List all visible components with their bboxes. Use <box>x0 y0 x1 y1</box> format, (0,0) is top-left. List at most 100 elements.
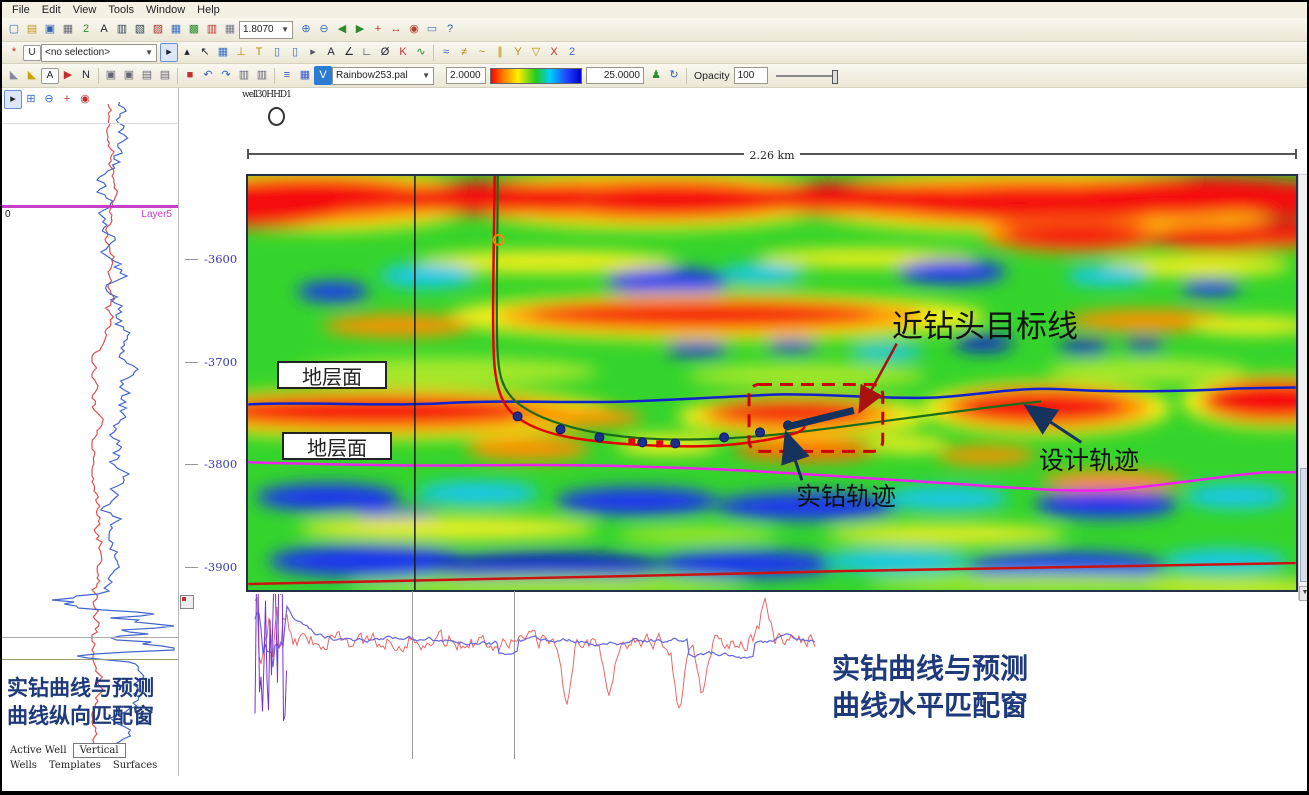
print-icon[interactable]: ▦ <box>59 20 77 39</box>
record-icon[interactable]: ■ <box>181 66 199 85</box>
two-badge-icon[interactable]: 2 <box>563 43 581 62</box>
well-pair-icon[interactable]: ▥ <box>113 20 131 39</box>
seismic-canvas <box>248 176 1296 590</box>
page-2-icon[interactable]: ▯ <box>286 43 304 62</box>
trapezoid-tool-icon[interactable]: ▽ <box>527 43 545 62</box>
clip-1-icon[interactable]: ▥ <box>235 66 253 85</box>
hatch-tool-icon[interactable]: ∥ <box>491 43 509 62</box>
wave-icon[interactable]: ≈ <box>437 43 455 62</box>
palette-grid-icon[interactable]: ▦ <box>296 66 314 85</box>
scale-person-icon[interactable]: ♟ <box>647 66 665 85</box>
ki-tool-icon[interactable]: ≠ <box>455 43 473 62</box>
datum-icon[interactable]: ⊥ <box>232 43 250 62</box>
paste-back-icon[interactable]: ▤ <box>156 66 174 85</box>
log-curves-view[interactable] <box>2 98 178 750</box>
diameter-icon[interactable]: Ø <box>376 43 394 62</box>
menu-help[interactable]: Help <box>191 4 226 16</box>
clip-2-icon[interactable]: ▥ <box>253 66 271 85</box>
refresh-icon[interactable]: ↻ <box>665 66 683 85</box>
scale-bar: 2.26 km <box>247 146 1297 162</box>
annotate-star-icon[interactable]: * <box>5 43 23 62</box>
well-section-icon[interactable]: ▥ <box>203 20 221 39</box>
triangle-yellow-icon[interactable]: ◣ <box>23 66 41 85</box>
k-tool-icon[interactable]: K <box>394 43 412 62</box>
grid-icon[interactable]: ▦ <box>167 20 185 39</box>
calculator-icon[interactable]: ▦ <box>221 20 239 39</box>
y-tool-icon[interactable]: Y <box>509 43 527 62</box>
seismic-section-view[interactable]: 近钻头目标线 地层面 地层面 实钻轨迹 设计轨迹 <box>246 174 1298 592</box>
copy-icon[interactable]: ▣ <box>102 66 120 85</box>
tab-surfaces[interactable]: Surfaces <box>107 759 163 772</box>
list-icon[interactable]: ≡ <box>278 66 296 85</box>
corner-icon[interactable]: ∟ <box>358 43 376 62</box>
delete-icon[interactable]: X <box>545 43 563 62</box>
pan-hand-icon[interactable]: ◉ <box>405 20 423 39</box>
palette-max-field[interactable]: 25.0000 <box>586 67 644 84</box>
menu-view[interactable]: View <box>67 4 103 16</box>
pointer-vertex-icon[interactable]: ▴ <box>178 43 196 62</box>
triangle-icon[interactable]: ◣ <box>5 66 23 85</box>
help-icon[interactable]: ? <box>441 20 459 39</box>
undo-icon[interactable]: ↶ <box>199 66 217 85</box>
menu-file[interactable]: File <box>6 4 36 16</box>
fit-width-icon[interactable]: ↔ <box>387 20 405 39</box>
menu-tools[interactable]: Tools <box>102 4 140 16</box>
screen-icon[interactable]: ▭ <box>423 20 441 39</box>
node-icon[interactable]: N <box>77 66 95 85</box>
text-a-icon[interactable]: A <box>322 43 340 62</box>
map-view-icon[interactable]: ▩ <box>185 20 203 39</box>
menu-bar: File Edit View Tools Window Help <box>2 2 1307 18</box>
cross-section-icon[interactable]: ▨ <box>149 20 167 39</box>
depth-tick-3900: -3900 <box>185 561 243 573</box>
tab-wells[interactable]: Wells <box>4 759 43 772</box>
fit-all-icon[interactable]: + <box>369 20 387 39</box>
new-document-icon[interactable]: ▢ <box>5 20 23 39</box>
back-icon[interactable]: ◀ <box>333 20 351 39</box>
palette-file-icon[interactable]: V <box>314 66 332 85</box>
palette-combo[interactable]: Rainbow253.pal▼ <box>332 67 434 85</box>
main-toolbar: ▢▤▣▦2A▥▧▨▦▩▥▦ 1.8070▼ ⊕⊖◀▶+↔◉▭? <box>2 18 1307 42</box>
scrollbar-down-button[interactable]: ▼ <box>1299 586 1309 601</box>
opacity-slider-thumb[interactable] <box>832 70 838 84</box>
opacity-field[interactable]: 100 <box>734 67 768 84</box>
log-panel-gridline <box>2 637 178 638</box>
zoom-out-icon[interactable]: ⊖ <box>315 20 333 39</box>
zoom-level-combo[interactable]: 1.8070▼ <box>239 21 293 39</box>
tab-vertical[interactable]: Vertical <box>73 743 126 758</box>
tab-active-well[interactable]: Active Well <box>4 744 73 757</box>
sync-2-icon[interactable]: 2 <box>77 20 95 39</box>
horizontal-match-caption: 实钻曲线与预测 曲线水平匹配窗 <box>832 650 1028 724</box>
pick-icon[interactable]: ▸ <box>304 43 322 62</box>
log-template-icon[interactable]: ▧ <box>131 20 149 39</box>
curve-tool-icon[interactable]: ∿ <box>412 43 430 62</box>
spline-tool-icon[interactable]: ~ <box>473 43 491 62</box>
selection-combo[interactable]: <no selection>▼ <box>41 44 157 62</box>
paste-front-icon[interactable]: ▤ <box>138 66 156 85</box>
menu-window[interactable]: Window <box>140 4 191 16</box>
panel-popout-icon[interactable] <box>180 595 194 609</box>
forward-icon[interactable]: ▶ <box>351 20 369 39</box>
flag-icon[interactable]: ▶ <box>59 66 77 85</box>
copy-add-icon[interactable]: ▣ <box>120 66 138 85</box>
redo-icon[interactable]: ↷ <box>217 66 235 85</box>
open-folder-icon[interactable]: ▤ <box>23 20 41 39</box>
zoom-select-icon[interactable]: ⊕ <box>297 20 315 39</box>
pointer-move-icon[interactable]: ↖ <box>196 43 214 62</box>
save-icon[interactable]: ▣ <box>41 20 59 39</box>
layer5-marker-line[interactable] <box>2 205 178 208</box>
tee-icon[interactable]: T <box>250 43 268 62</box>
horizontal-match-view[interactable] <box>247 594 822 769</box>
opacity-slider[interactable] <box>776 75 838 77</box>
vertical-scrollbar[interactable]: ▼ <box>1298 174 1309 600</box>
select-region-icon[interactable]: ▦ <box>214 43 232 62</box>
tab-templates[interactable]: Templates <box>43 759 107 772</box>
font-icon[interactable]: A <box>95 20 113 39</box>
palette-min-field[interactable]: 2.0000 <box>446 67 486 84</box>
pointer-icon[interactable]: ▸ <box>160 43 178 62</box>
unit-icon[interactable]: U <box>23 45 41 61</box>
a-box-icon[interactable]: A <box>41 68 59 84</box>
page-1-icon[interactable]: ▯ <box>268 43 286 62</box>
angle-icon[interactable]: ∠ <box>340 43 358 62</box>
scrollbar-thumb[interactable] <box>1300 468 1309 582</box>
menu-edit[interactable]: Edit <box>36 4 67 16</box>
